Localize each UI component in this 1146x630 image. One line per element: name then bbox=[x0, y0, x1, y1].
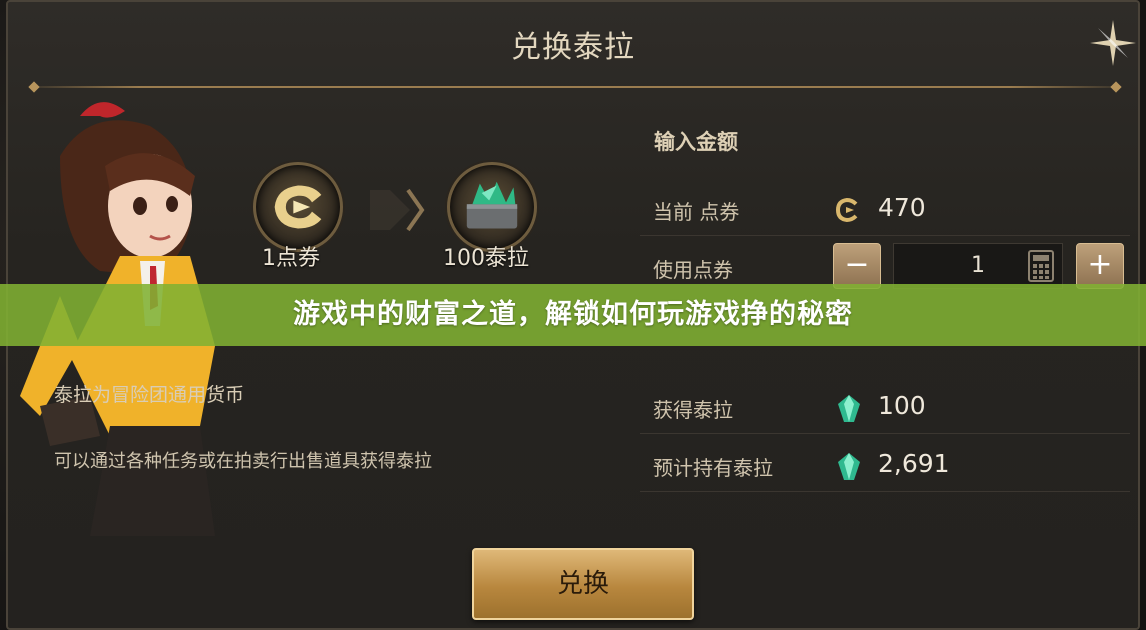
current-coupon-label: 当前 点券 bbox=[653, 200, 740, 224]
caption-text: 游戏中的财富之道，解锁如何玩游戏挣的秘密 bbox=[293, 299, 853, 330]
expected-tera-label: 预计持有泰拉 bbox=[653, 456, 773, 480]
tera-chest-icon bbox=[447, 162, 537, 252]
calculator-icon[interactable] bbox=[1028, 250, 1054, 282]
increase-button[interactable]: + bbox=[1076, 243, 1124, 289]
game-screen: 兑换泰拉 1点券 100泰拉 泰拉为冒险团通用货币 可以通过各种任务或在拍卖行出… bbox=[0, 0, 1146, 630]
current-coupon-value: 470 bbox=[878, 193, 926, 222]
dialog-title: 兑换泰拉 bbox=[511, 30, 635, 65]
use-coupon-label: 使用点券 bbox=[653, 258, 733, 282]
to-amount-label: 100泰拉 bbox=[443, 246, 529, 271]
point-coupon-icon bbox=[253, 162, 343, 252]
expected-tera-value: 2,691 bbox=[878, 449, 950, 478]
obtain-tera-value: 100 bbox=[878, 391, 926, 420]
currency-hint: 可以通过各种任务或在拍卖行出售道具获得泰拉 bbox=[54, 451, 432, 472]
chevron-right-icon bbox=[370, 188, 425, 232]
close-star-icon[interactable] bbox=[1088, 18, 1138, 68]
obtain-tera-label: 获得泰拉 bbox=[653, 398, 733, 422]
currency-description: 泰拉为冒险团通用货币 bbox=[54, 384, 245, 406]
input-amount-title: 输入金额 bbox=[654, 130, 738, 154]
tera-gem-icon bbox=[838, 453, 860, 480]
exchange-button[interactable]: 兑换 bbox=[472, 548, 694, 620]
title-divider bbox=[30, 86, 1120, 88]
tera-gem-icon bbox=[838, 395, 860, 422]
decrease-button[interactable]: − bbox=[833, 243, 881, 289]
coupon-icon bbox=[835, 197, 858, 223]
from-amount-label: 1点券 bbox=[262, 246, 320, 271]
